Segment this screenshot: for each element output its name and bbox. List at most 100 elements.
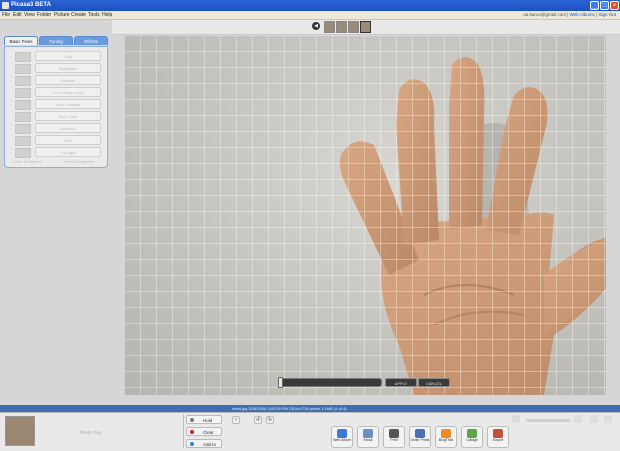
tool-row: Text [11,135,103,146]
menu-file[interactable]: File [2,12,10,18]
tab-effects[interactable]: Effects [74,36,108,45]
add-to-button[interactable]: Add to [186,439,222,448]
clear-label: Clear [203,430,214,435]
order-prints-label: Order Prints [410,438,430,442]
hold-button[interactable]: Hold [186,415,222,424]
crop-icon [15,52,31,62]
redo-straighten-button[interactable]: Redo Straighten [65,159,94,164]
star-button[interactable]: ☆ [232,416,240,424]
blogthis-button[interactable]: BlogThis! [435,426,457,448]
status-bar: hand.jpg 3/26/2008 3:52:55 PM 2304x1728 … [0,405,620,412]
pin-icon [190,418,194,422]
thumbnail-selected[interactable] [360,21,371,33]
minimize-button[interactable]: _ [590,1,599,10]
order-prints-button[interactable]: Order Prints [409,426,431,448]
globe-icon [415,429,425,438]
hold-label: Hold [203,418,213,423]
cancel-button[interactable]: CANCEL [418,378,450,387]
fit-icon[interactable] [590,415,598,423]
crop-button[interactable]: Crop [35,51,101,61]
thumbnail[interactable] [324,21,335,33]
web-album-button[interactable]: Web Album [331,426,353,448]
photo-tray-label: Photo Tray [80,430,102,435]
straighten-slider[interactable] [278,378,382,387]
straighten-slider-handle[interactable] [278,377,283,388]
sign-out-link[interactable]: Sign Out [598,12,616,17]
tool-row: Crop [11,51,103,62]
collage-label: Collage [466,438,478,442]
blogger-icon [441,429,451,438]
web-albums-link[interactable]: Web Albums [570,12,595,17]
redeye-icon [15,76,31,86]
menu-help[interactable]: Help [102,12,112,18]
menu-create[interactable]: Create [71,12,86,18]
redeye-button[interactable]: Redeye [35,75,101,85]
feeling-lucky-button[interactable]: I'm Feeling Lucky [35,87,101,97]
tool-row: I'm Feeling Lucky [11,87,103,98]
retouch-icon [15,124,31,134]
printer-icon [389,429,399,438]
export-icon [493,429,503,438]
thumbnail[interactable] [336,21,347,33]
auto-color-icon [15,112,31,122]
clear-button[interactable]: Clear [186,427,222,436]
zoom-slider[interactable] [526,419,570,422]
menu-picture[interactable]: Picture [54,12,70,18]
apply-button[interactable]: APPLY [385,378,417,387]
menu-folder[interactable]: Folder [37,12,51,18]
web-album-label: Web Album [333,438,351,442]
retouch-button[interactable]: Retouch [35,123,101,133]
menu-bar: File Edit View Folder Picture Create Too… [0,11,620,20]
rotate-left-button[interactable]: ↺ [254,416,262,424]
text-icon [15,136,31,146]
tool-row: Auto Contrast [11,99,103,110]
fill-light-icon [15,148,31,158]
straighten-icon [15,64,31,74]
menu-tools[interactable]: Tools [88,12,100,18]
window-title: Picasa3 BETA [11,2,51,8]
tool-row: Auto Color [11,111,103,122]
export-button[interactable]: Export [487,426,509,448]
maximize-button[interactable]: □ [600,1,609,10]
auto-contrast-icon [15,100,31,110]
account-links: aa.karoo@gmail.com | Web Albums | Sign O… [523,12,616,17]
add-icon [190,442,194,446]
fill-light-button[interactable]: Fill Light [35,147,101,157]
add-to-label: Add to [203,442,217,447]
tray-thumbnail[interactable] [5,416,35,446]
rotate-right-button[interactable]: ↻ [266,416,274,424]
account-email: aa.karoo@gmail.com [523,12,566,17]
tool-row: Redeye [11,75,103,86]
zoom-out-icon[interactable] [512,415,520,423]
actual-size-icon[interactable] [604,415,612,423]
email-icon [363,429,373,438]
blogthis-label: BlogThis! [438,438,454,442]
auto-color-button[interactable]: Auto Color [35,111,101,121]
collage-button[interactable]: Collage [461,426,483,448]
menu-edit[interactable]: Edit [13,12,22,18]
menu-view[interactable]: View [24,12,35,18]
print-button[interactable]: Print [383,426,405,448]
app-icon [2,2,9,9]
tool-row: Fill Light [11,147,103,158]
straighten-button[interactable]: Straighten [35,63,101,73]
email-button[interactable]: Email [357,426,379,448]
tab-basic-fixes[interactable]: Basic Fixes [4,36,38,45]
zoom-in-icon[interactable] [574,415,582,423]
export-label: Export [492,438,504,442]
tab-tuning[interactable]: Tuning [39,36,73,45]
previous-photo-button[interactable]: ◀ [312,22,320,30]
photo-canvas[interactable] [124,35,606,395]
title-bar: Picasa3 BETA _ □ × [0,0,620,11]
edit-tabs: Basic Fixes Tuning Effects [4,36,108,46]
undo-straighten-button[interactable]: Undo Straighten [13,159,42,164]
auto-contrast-button[interactable]: Auto Contrast [35,99,101,109]
tool-row: Straighten [11,63,103,74]
straighten-grid [124,35,606,395]
email-label: Email [363,438,373,442]
clear-icon [190,430,194,434]
close-button[interactable]: × [610,1,619,10]
text-button[interactable]: Text [35,135,101,145]
thumbnail[interactable] [348,21,359,33]
print-label: Print [390,438,398,442]
